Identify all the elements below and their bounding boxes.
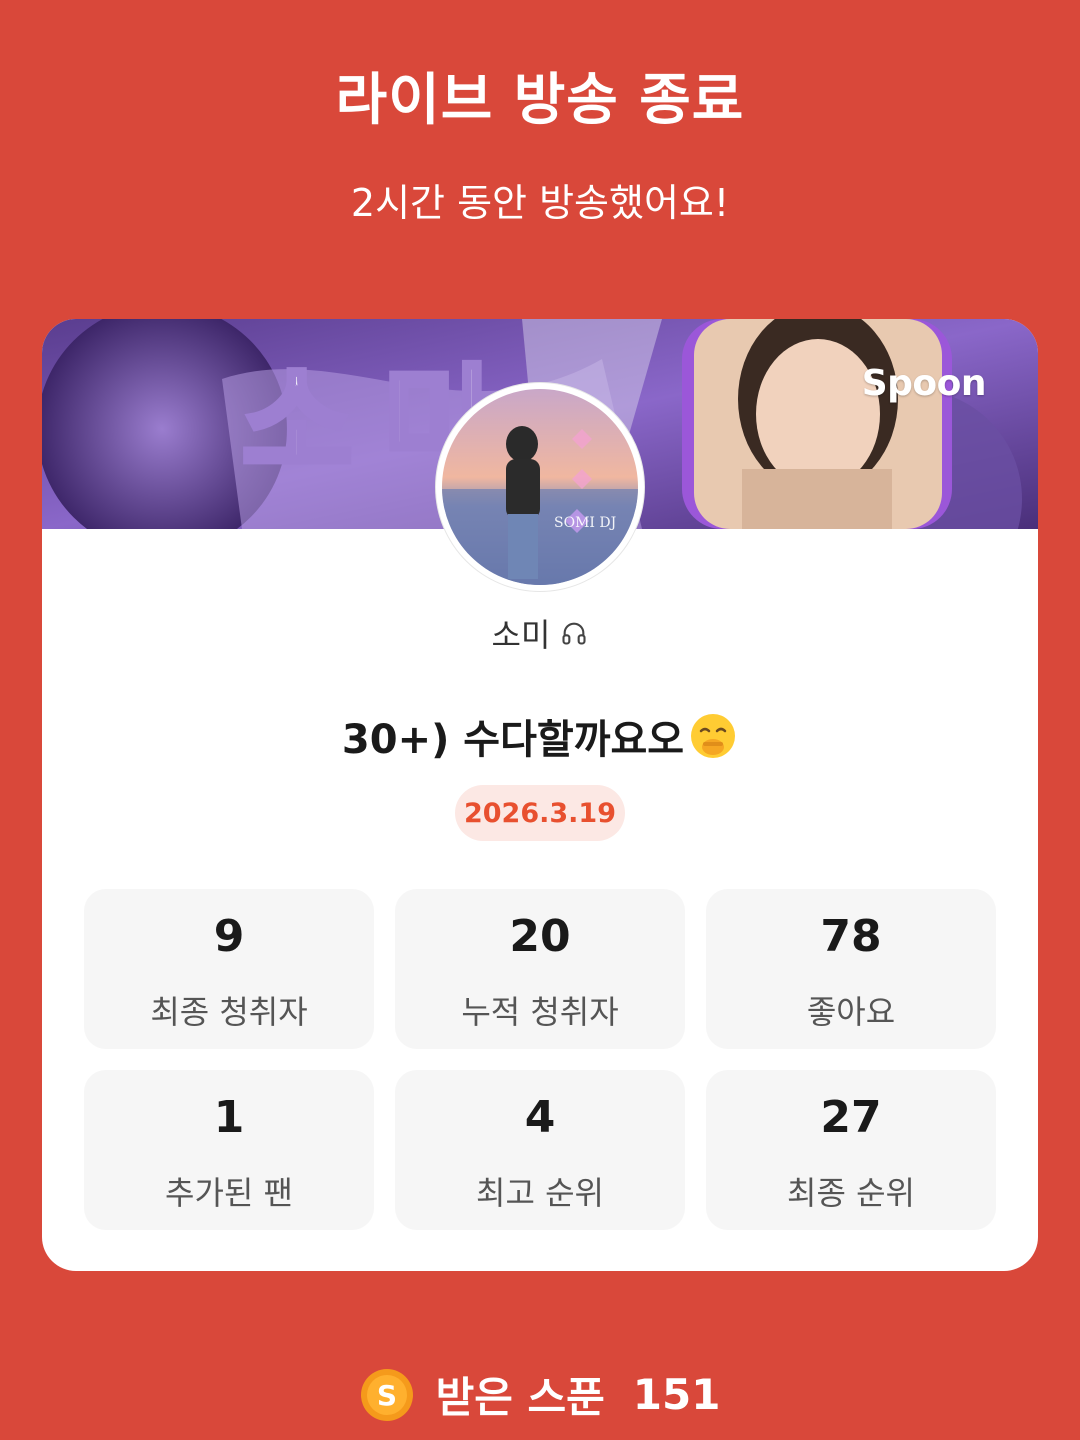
stat-label: 최종 순위 (787, 1174, 915, 1212)
stat-final-rank: 27 최종 순위 (706, 1070, 996, 1230)
page-title: 라이브 방송 종료 (335, 68, 745, 133)
spoon-brand-logo: Spoon (861, 363, 987, 404)
stat-label: 최종 청취자 (150, 993, 308, 1031)
svg-text:소: 소 (242, 354, 352, 493)
stat-label: 최고 순위 (476, 1174, 604, 1212)
received-spoons: S 받은 스푼 151 (0, 1364, 1080, 1425)
headphone-icon (562, 622, 586, 645)
avatar[interactable]: SOMI DJ (436, 383, 644, 591)
dj-name-row: 소미 (42, 610, 1038, 656)
hand-over-mouth-emoji (691, 714, 736, 758)
stat-value: 78 (820, 911, 882, 962)
page-subtitle: 2시간 동안 방송했어요! (350, 181, 730, 225)
stat-new-fans: 1 추가된 팬 (84, 1070, 374, 1230)
stat-final-listeners: 9 최종 청취자 (84, 889, 374, 1049)
stat-label: 누적 청취자 (461, 993, 619, 1031)
dj-name: 소미 (491, 616, 551, 654)
broadcast-summary-card: 소 미 Spoon SOMI DJ 소미 30+) 수다할까요오 2026.3.… (42, 319, 1038, 1271)
stat-likes: 78 좋아요 (706, 889, 996, 1049)
svg-text:SOMI DJ: SOMI DJ (554, 515, 616, 531)
live-title-row: 30+) 수다할까요오 (42, 707, 1038, 765)
stat-value: 27 (820, 1092, 882, 1143)
stat-value: 9 (213, 911, 245, 962)
stat-value: 1 (213, 1092, 245, 1143)
stat-value: 20 (509, 911, 571, 962)
received-spoons-label: 받은 스푼 (435, 1373, 605, 1422)
date-badge: 2026.3.19 (455, 785, 625, 841)
received-spoons-value: 151 (632, 1370, 721, 1419)
live-title: 30+) 수다할까요오 (341, 717, 685, 763)
stat-best-rank: 4 최고 순위 (395, 1070, 685, 1230)
stat-label: 좋아요 (806, 993, 896, 1031)
stat-label: 추가된 팬 (165, 1174, 293, 1212)
coin-letter: S (376, 1379, 396, 1412)
stat-total-listeners: 20 누적 청취자 (395, 889, 685, 1049)
spoon-coin-icon: S (360, 1368, 413, 1421)
stat-value: 4 (524, 1092, 556, 1143)
